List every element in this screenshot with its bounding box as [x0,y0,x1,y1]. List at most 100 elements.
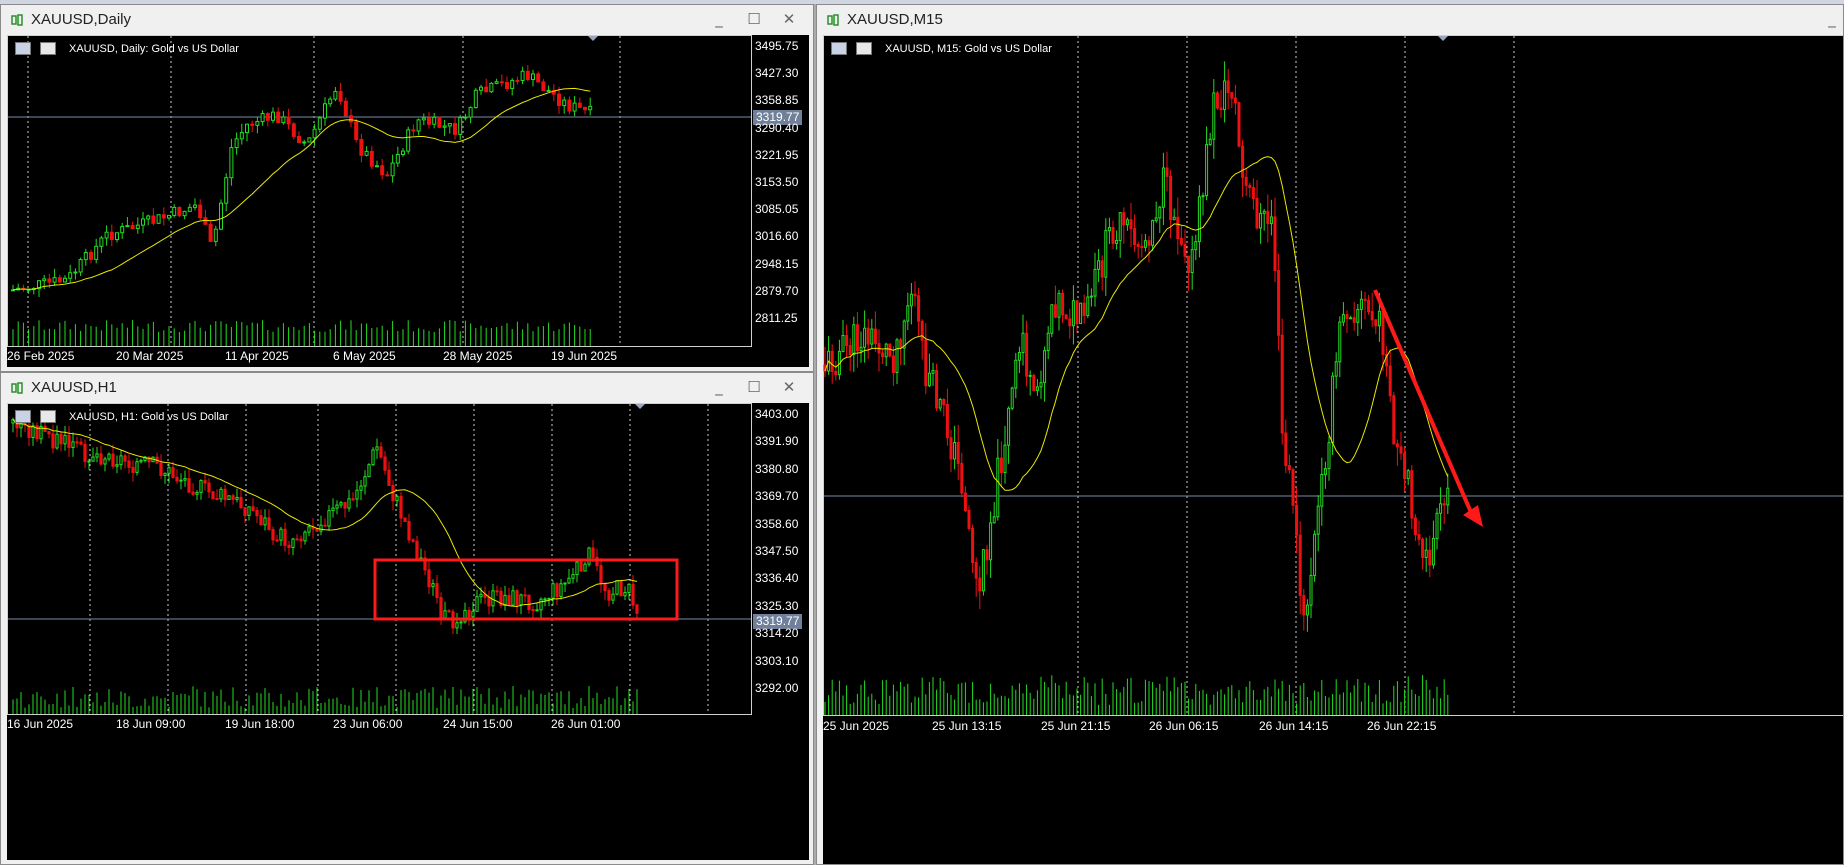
bearish-candle [283,528,287,546]
bullish-candle [255,121,260,126]
bullish-candle [992,516,996,524]
bearish-candle [111,453,115,467]
bullish-candle [551,583,555,599]
bullish-candle [447,123,452,127]
candlestick-plot[interactable] [7,35,809,367]
bullish-candle [431,583,435,588]
bearish-candle [525,70,530,81]
price-chart-daily[interactable]: XAUUSD, Daily: Gold vs US Dollar 3319.77… [7,35,809,367]
bullish-candle [219,488,223,500]
bearish-candle [913,293,917,297]
price-chart-m15[interactable]: XAUUSD, M15: Gold vs US Dollar 25 Jun 20… [823,35,1844,865]
bullish-candle [103,458,107,465]
bearish-candle [51,433,55,449]
title-bar[interactable]: XAUUSD,Daily _ ☐ ✕ [1,5,813,35]
bearish-candle [1428,549,1432,566]
price-chart-h1[interactable]: XAUUSD, H1: Gold vs US Dollar 3319.77 34… [7,403,809,860]
bearish-candle [848,345,852,356]
minimize-button[interactable]: _ [1821,9,1843,29]
minimize-button[interactable]: _ [708,9,730,29]
bullish-candle [1331,375,1335,444]
chart-properties-icon[interactable] [40,42,56,55]
bullish-candle [263,517,267,526]
bearish-candle [1403,452,1407,480]
date-tick-label: 6 May 2025 [333,349,396,363]
bearish-candle [557,93,561,107]
bullish-candle [491,590,495,607]
date-tick-label: 18 Jun 09:00 [116,717,186,731]
bearish-candle [251,506,255,512]
bearish-candle [387,469,391,487]
minimize-button[interactable]: _ [708,377,730,397]
bearish-candle [873,328,877,345]
bearish-candle [1025,332,1029,377]
bullish-candle [1431,537,1435,566]
bearish-candle [207,482,211,493]
bullish-candle [227,495,231,500]
bullish-candle [193,204,197,208]
bullish-candle [235,496,239,500]
bullish-candle [442,125,447,128]
bullish-candle [571,574,575,579]
maximize-button[interactable]: ☐ [743,377,765,397]
bearish-candle [255,510,259,517]
bullish-candle [611,593,615,601]
volume-bars [824,675,1449,715]
chart-window-daily[interactable]: XAUUSD,Daily _ ☐ ✕ XAUUSD, Daily: Gold v… [0,4,814,372]
bearish-candle [1280,334,1284,434]
bullish-candle [335,504,339,509]
bullish-candle [531,73,535,81]
bearish-candle [391,485,395,502]
bearish-candle [399,495,403,519]
bullish-candle [475,596,479,612]
symbol-list-icon[interactable] [831,42,847,55]
candlestick-plot[interactable] [7,403,809,860]
bullish-candle [494,81,499,84]
bullish-candle [99,237,104,247]
bearish-candle [1183,243,1187,257]
close-button[interactable]: ✕ [778,377,800,397]
bearish-candle [591,547,595,558]
bullish-candle [63,434,67,445]
bearish-candle [1147,240,1151,246]
bearish-candle [834,370,838,376]
bearish-candle [427,117,431,125]
bearish-candle [435,583,439,599]
symbol-list-icon[interactable] [15,42,31,55]
chart-frame [7,35,752,347]
title-bar[interactable]: XAUUSD,M15 _ [817,5,1843,35]
bullish-candle [511,590,515,606]
bearish-candle [295,538,299,541]
trend-arrow-line [1373,289,1475,518]
bearish-candle [1032,374,1036,391]
title-bar[interactable]: XAUUSD,H1 _ ☐ ✕ [1,373,813,403]
bullish-candle [63,277,67,283]
candlestick-plot[interactable] [823,35,1844,865]
chart-window-m15[interactable]: XAUUSD,M15 _ XAUUSD, M15: Gold vs US Dol… [816,4,1844,865]
bullish-candle [471,610,475,618]
chart-properties-icon[interactable] [856,42,872,55]
bearish-candle [515,590,519,606]
bearish-candle [83,443,87,462]
bullish-candle [1154,217,1158,222]
bullish-candle [562,99,567,107]
bullish-candle [1097,260,1101,270]
price-tick-label: 3403.00 [755,407,799,421]
bullish-candle [312,128,317,139]
symbol-list-icon[interactable] [15,410,31,423]
bearish-candle [541,81,546,91]
chart-window-h1[interactable]: XAUUSD,H1 _ ☐ ✕ XAUUSD, H1: Gold vs US D… [0,372,814,865]
bearish-candle [161,214,166,219]
maximize-button[interactable]: ☐ [743,9,765,29]
bullish-candle [163,472,167,476]
bullish-candle [291,538,295,548]
bullish-candle [364,150,369,156]
close-button[interactable]: ✕ [778,9,800,29]
bullish-candle [1305,604,1309,616]
volume-bars [12,686,638,714]
bearish-candle [920,320,924,341]
bearish-candle [1100,260,1104,278]
date-tick-label: 19 Jun 2025 [551,349,618,363]
bearish-candle [1284,432,1288,467]
chart-properties-icon[interactable] [40,410,56,423]
